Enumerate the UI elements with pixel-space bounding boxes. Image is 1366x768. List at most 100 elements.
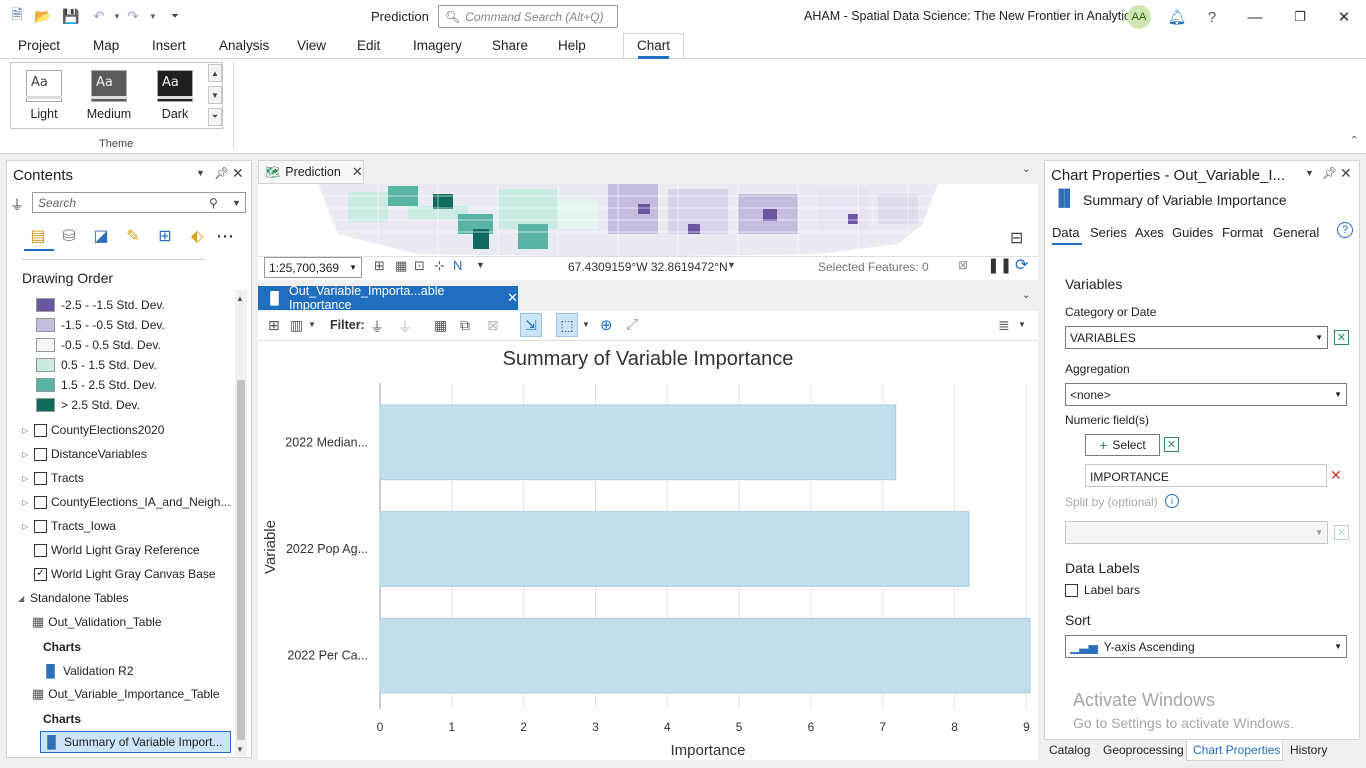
close-tab-icon[interactable]: ✕	[352, 164, 363, 180]
tab-series[interactable]: Series	[1090, 225, 1127, 240]
filter-extent-icon[interactable]: ⏚	[370, 317, 384, 337]
add-grid-icon[interactable]: ⊞	[374, 258, 385, 274]
sort-select[interactable]: ▁▃▅ Y-axis Ascending ▼	[1065, 635, 1347, 658]
north-arrow-icon[interactable]: N	[453, 258, 462, 273]
close-pane-icon[interactable]: ✕	[1340, 165, 1352, 182]
scale-input[interactable]: 1:25,700,369 ▼	[264, 257, 362, 278]
menu-edit[interactable]: Edit	[357, 38, 380, 53]
gallery-down-icon[interactable]: ▼	[208, 86, 222, 104]
chart-properties-icon[interactable]: ⊞	[268, 317, 280, 334]
legend-item[interactable]: -0.5 - 0.5 Std. Dev.	[36, 336, 161, 354]
snapping-icon[interactable]: ⊞	[154, 225, 176, 247]
bar[interactable]	[379, 511, 970, 587]
theme-medium-label[interactable]: Medium	[79, 107, 139, 121]
avatar[interactable]: AA	[1127, 5, 1151, 29]
tab-catalog[interactable]: Catalog	[1049, 743, 1090, 757]
menu-imagery[interactable]: Imagery	[413, 38, 462, 53]
chart-area[interactable]: Summary of Variable Importance Importanc…	[258, 341, 1038, 760]
more-options-icon[interactable]: ⋯	[214, 225, 236, 247]
list-dropdown-icon[interactable]: ▼	[1018, 320, 1026, 329]
tab-axes[interactable]: Axes	[1135, 225, 1164, 240]
collapse-ribbon-icon[interactable]: ⌃	[1350, 135, 1358, 146]
scroll-up-icon[interactable]: ▲	[236, 294, 244, 303]
filter-icon[interactable]: ⏚	[10, 195, 24, 215]
menu-help[interactable]: Help	[558, 38, 586, 53]
layer-item[interactable]: ▷ Tracts	[22, 468, 84, 488]
tab-guides[interactable]: Guides	[1172, 225, 1213, 240]
selection-icon[interactable]: ◪	[90, 225, 112, 247]
menu-view[interactable]: View	[297, 38, 326, 53]
legend-item[interactable]: 1.5 - 2.5 Std. Dev.	[36, 376, 157, 394]
layer-item[interactable]: ▷ CountyElections2020	[22, 420, 164, 440]
layer-checkbox[interactable]	[34, 543, 47, 557]
restore-icon[interactable]: ❐	[1289, 6, 1311, 28]
refresh-icon[interactable]: ⟳	[1015, 255, 1028, 275]
layer-checkbox[interactable]	[34, 447, 47, 461]
standalone-tables-group[interactable]: ◢ Standalone Tables	[18, 588, 129, 608]
layer-item[interactable]: ✓ World Light Gray Canvas Base	[22, 564, 216, 584]
clear-split-icon[interactable]: ✕	[1334, 525, 1349, 540]
scale-dropdown-icon[interactable]: ▼	[349, 263, 357, 272]
bar[interactable]	[379, 617, 1031, 694]
tab-general[interactable]: General	[1273, 225, 1319, 240]
list-icon[interactable]: ≣	[998, 317, 1010, 334]
bar[interactable]	[379, 404, 897, 481]
tools-dropdown-icon[interactable]: ▼	[476, 260, 485, 270]
theme-dark-label[interactable]: Dark	[145, 107, 205, 121]
aggregation-select[interactable]: <none> ▼	[1065, 383, 1347, 406]
label-bars-checkbox[interactable]: Label bars	[1065, 583, 1140, 597]
close-tab-icon[interactable]: ✕	[507, 290, 518, 306]
scroll-down-icon[interactable]: ▼	[236, 745, 244, 754]
menu-map[interactable]: Map	[93, 38, 119, 53]
tab-data[interactable]: Data	[1052, 225, 1079, 240]
grid-icon[interactable]: ▦	[395, 258, 407, 274]
map-canvas[interactable]	[258, 184, 1038, 256]
tab-history[interactable]: History	[1290, 743, 1327, 757]
menu-share[interactable]: Share	[492, 38, 528, 53]
layer-item[interactable]: ▷ DistanceVariables	[22, 444, 147, 464]
command-search-input[interactable]: 🔍︎ Command Search (Alt+Q)	[438, 5, 618, 28]
help-icon[interactable]: ?	[1337, 222, 1353, 238]
snap-icon[interactable]: ⊡	[414, 258, 425, 274]
clear-category-icon[interactable]: ✕	[1334, 330, 1349, 345]
open-project-icon[interactable]: 📂	[34, 7, 52, 25]
save-icon[interactable]: 💾	[62, 7, 80, 25]
expand-icon[interactable]: ▷	[22, 522, 30, 531]
info-icon[interactable]: i	[1165, 494, 1179, 508]
clear-fields-icon[interactable]: ✕	[1164, 437, 1179, 452]
legend-item[interactable]: 0.5 - 1.5 Std. Dev.	[36, 356, 157, 374]
theme-light-label[interactable]: Light	[14, 107, 74, 121]
pin-icon[interactable]: 📌︎	[214, 166, 229, 180]
switch-selection-icon[interactable]: ⧉	[460, 317, 470, 334]
tab-chart-properties[interactable]: Chart Properties	[1193, 743, 1280, 757]
minimize-icon[interactable]: —	[1244, 6, 1266, 28]
help-icon[interactable]: ?	[1201, 6, 1223, 28]
gallery-up-icon[interactable]: ▲	[208, 64, 222, 82]
drawing-order-icon[interactable]: ▤	[27, 225, 49, 247]
tab-format[interactable]: Format	[1222, 225, 1263, 240]
table-item[interactable]: ▦ Out_Variable_Importance_Table	[32, 684, 220, 704]
zoom-in-icon[interactable]: ⊕	[600, 316, 613, 334]
legend-item[interactable]: > 2.5 Std. Dev.	[36, 396, 140, 414]
remove-field-icon[interactable]: ✕	[1330, 467, 1342, 484]
search-dropdown-icon[interactable]: ▼	[232, 198, 241, 208]
table-item[interactable]: ▦ Out_Validation_Table	[32, 612, 162, 632]
labeling-icon[interactable]: ⬖	[186, 225, 208, 247]
expand-icon[interactable]: ▷	[22, 450, 30, 459]
zoom-to-data-icon[interactable]: ⇲	[520, 313, 542, 337]
notification-icon[interactable]: 🔔︎	[1166, 6, 1188, 28]
layer-checkbox[interactable]	[34, 519, 47, 533]
pane-menu-icon[interactable]: ▼	[196, 168, 205, 178]
pane-menu-icon[interactable]: ▼	[1305, 168, 1314, 178]
data-source-icon[interactable]: ⛁	[58, 225, 80, 247]
undo-icon[interactable]: ↶	[90, 7, 108, 25]
layer-item[interactable]: ▷ Tracts_Iowa	[22, 516, 116, 536]
redo-dropdown-icon[interactable]: ▼	[144, 7, 162, 25]
chart-item[interactable]: ▐▌ Validation R2	[42, 661, 134, 681]
filter-selection-icon[interactable]: ⏚	[398, 317, 412, 337]
layer-checkbox[interactable]	[34, 423, 47, 437]
split-by-select[interactable]: ▼	[1065, 521, 1328, 544]
layer-checkbox[interactable]	[34, 495, 47, 509]
layer-checkbox-checked[interactable]: ✓	[34, 567, 47, 581]
legend-item[interactable]: -1.5 - -0.5 Std. Dev.	[36, 316, 165, 334]
